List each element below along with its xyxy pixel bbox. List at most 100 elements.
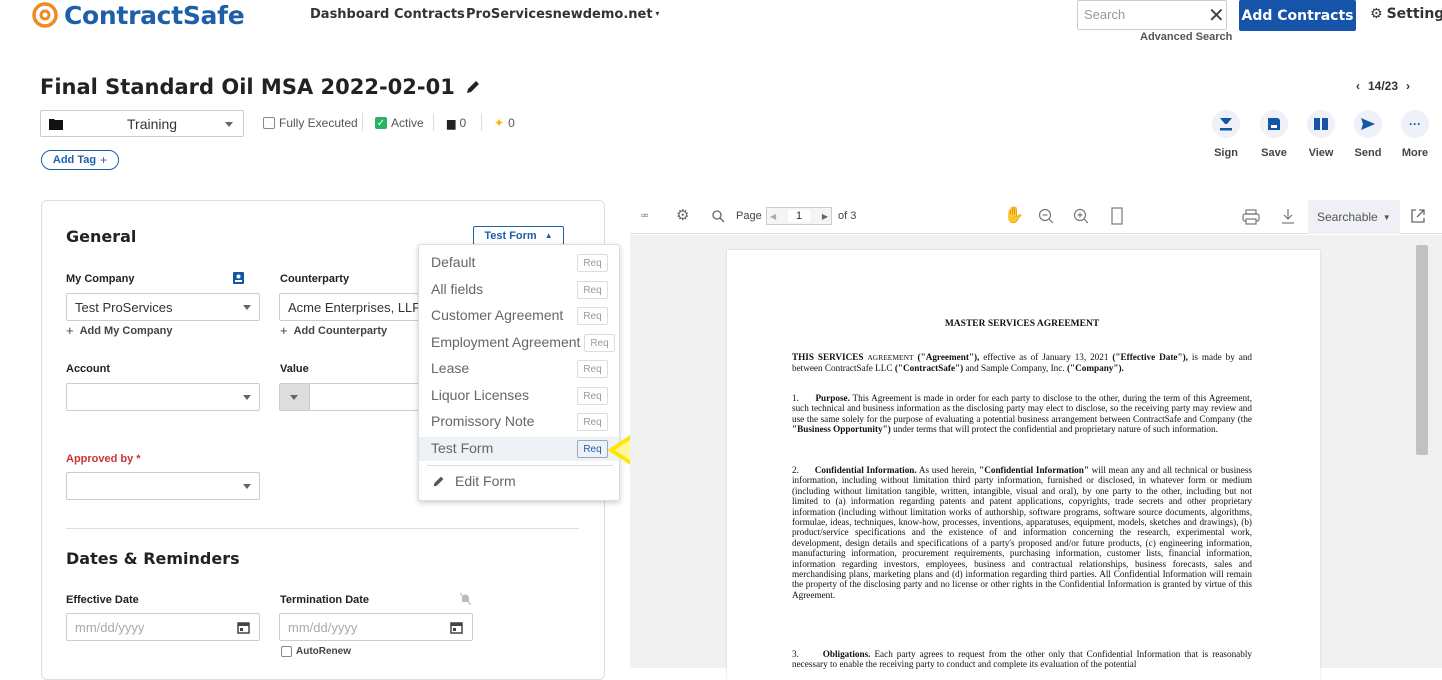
counterparty-label: Counterparty	[280, 273, 350, 285]
searchable-toggle[interactable]: Searchable ▼	[1308, 200, 1400, 234]
dropdown-item-liquor-licenses[interactable]: Liquor Licenses Req	[419, 384, 619, 408]
req-badge[interactable]: Req	[584, 334, 615, 352]
close-icon[interactable]: ✕	[1208, 3, 1225, 28]
value-label: Value	[280, 363, 309, 375]
nav-contracts[interactable]: Contracts	[394, 7, 465, 22]
req-badge[interactable]: Req	[577, 413, 608, 431]
dropdown-item-label: All fields	[431, 281, 484, 297]
thumbnails-icon[interactable]: ▫▫	[641, 208, 648, 222]
search-icon[interactable]	[712, 210, 725, 223]
contact-card-icon[interactable]	[233, 272, 244, 284]
folder-select[interactable]: Training	[40, 110, 244, 137]
dropdown-divider	[427, 465, 613, 466]
dropdown-item-test-form[interactable]: Test Form Req	[419, 437, 619, 461]
dropdown-item-lease[interactable]: Lease Req	[419, 357, 619, 381]
download-icon[interactable]	[1281, 208, 1295, 224]
req-badge[interactable]: Req	[577, 254, 608, 272]
check-icon: ✓	[375, 117, 387, 129]
starred-count[interactable]: ✦ 0	[494, 116, 515, 130]
effective-date-input[interactable]: mm/dd/yyyy	[66, 613, 260, 641]
nav-account-menu[interactable]: ProServicesnewdemo.net ▾	[466, 7, 659, 22]
more-label: More	[1401, 147, 1429, 159]
effective-date-placeholder: mm/dd/yyyy	[75, 620, 145, 635]
account-label: Account	[66, 363, 110, 375]
dropdown-item-employment-agreement[interactable]: Employment Agreement Req	[419, 331, 619, 355]
req-badge[interactable]: Req	[577, 281, 608, 299]
req-badge[interactable]: Req	[577, 360, 608, 378]
brand-logo[interactable]: ContractSafe	[32, 0, 245, 32]
autorenew-checkbox[interactable]: AutoRenew	[281, 646, 351, 657]
chevron-right-icon[interactable]: ›	[1406, 79, 1410, 93]
view-button[interactable]	[1307, 110, 1335, 138]
approved-by-select[interactable]	[66, 472, 260, 500]
counterparty-select[interactable]: Acme Enterprises, LLP	[279, 293, 419, 321]
doc-title: MASTER SERVICES AGREEMENT	[944, 319, 1100, 329]
chevron-left-icon[interactable]: ◀	[770, 212, 776, 221]
add-counterparty-link[interactable]: + Add Counterparty	[280, 323, 387, 338]
account-select[interactable]	[66, 383, 260, 411]
active-checkbox[interactable]: ✓ Active	[375, 116, 424, 130]
send-button[interactable]	[1354, 110, 1382, 138]
dropdown-item-label: Lease	[431, 360, 470, 376]
chevron-down-icon	[290, 395, 298, 400]
zoom-out-icon[interactable]	[1038, 208, 1054, 224]
currency-select[interactable]	[279, 383, 310, 411]
columns-icon	[1314, 118, 1328, 130]
form-template-dropdown: Default Req All fields Req Customer Agreem…	[418, 244, 620, 501]
pencil-icon	[433, 476, 444, 486]
dropdown-item-promissory-note[interactable]: Promissory Note Req	[419, 410, 619, 434]
dropdown-item-label: Employment Agreement	[431, 334, 581, 350]
divider	[481, 113, 482, 131]
my-company-select[interactable]: Test ProServices	[66, 293, 260, 321]
settings-button[interactable]: ⚙ Settings	[1370, 6, 1442, 22]
dropdown-item-customer-agreement[interactable]: Customer Agreement Req	[419, 304, 619, 328]
gear-icon: ⚙	[1370, 6, 1383, 22]
nav-account-label: ProServicesnewdemo.net	[466, 7, 653, 22]
dropdown-item-label: Default	[431, 254, 476, 270]
print-icon[interactable]	[1242, 209, 1260, 225]
advanced-search-link[interactable]: Advanced Search	[1140, 31, 1232, 43]
chevron-down-icon	[225, 122, 233, 127]
form-template-select[interactable]: Test Form ▲	[473, 226, 564, 245]
chevron-left-icon[interactable]: ‹	[1356, 79, 1360, 93]
search-input[interactable]: Search	[1077, 0, 1227, 30]
edit-form-item[interactable]: Edit Form	[432, 473, 516, 489]
value-input[interactable]	[309, 383, 419, 411]
my-company-value: Test ProServices	[75, 300, 173, 315]
add-tag-button[interactable]: Add Tag +	[41, 150, 119, 170]
pencil-icon[interactable]	[465, 79, 481, 95]
more-button[interactable]: ···	[1401, 110, 1429, 138]
fully-executed-checkbox[interactable]: Fully Executed	[263, 116, 358, 130]
fit-page-icon[interactable]	[1111, 207, 1123, 225]
gear-icon[interactable]: ⚙	[676, 206, 689, 224]
termination-date-input[interactable]: mm/dd/yyyy	[279, 613, 473, 641]
approved-by-label: Approved by *	[66, 453, 141, 465]
dropdown-item-default[interactable]: Default Req	[419, 251, 619, 275]
documents-count[interactable]: ▆ 0	[447, 116, 466, 130]
calendar-icon[interactable]	[237, 621, 250, 634]
doc-paragraph-purpose: 1. Purpose. This Agreement is made in or…	[792, 393, 1252, 435]
add-tag-label: Add Tag	[52, 154, 97, 166]
dropdown-item-label: Liquor Licenses	[431, 387, 530, 403]
req-badge[interactable]: Req	[577, 307, 608, 325]
divider	[362, 113, 363, 131]
calendar-icon[interactable]	[450, 621, 463, 634]
save-button[interactable]	[1260, 110, 1288, 138]
chevron-right-icon[interactable]: ▶	[822, 212, 828, 221]
sign-button[interactable]	[1212, 110, 1240, 138]
send-icon	[1361, 118, 1375, 130]
bell-off-icon[interactable]	[460, 593, 471, 605]
folder-value: Training	[127, 115, 178, 132]
req-badge[interactable]: Req	[577, 440, 608, 458]
checkbox-box	[263, 117, 275, 129]
req-badge[interactable]: Req	[577, 387, 608, 405]
zoom-in-icon[interactable]	[1073, 208, 1089, 224]
nav-dashboard[interactable]: Dashboard	[310, 7, 389, 22]
pdf-scrollbar[interactable]	[1416, 245, 1428, 455]
add-my-company-link[interactable]: + Add My Company	[66, 323, 173, 338]
hand-icon[interactable]: ✋	[1004, 205, 1024, 225]
page-number-input[interactable]: ◀ 1 ▶	[766, 207, 832, 225]
external-link-icon[interactable]	[1410, 208, 1426, 224]
add-contracts-button[interactable]: Add Contracts	[1239, 0, 1356, 31]
dropdown-item-all-fields[interactable]: All fields Req	[419, 278, 619, 302]
